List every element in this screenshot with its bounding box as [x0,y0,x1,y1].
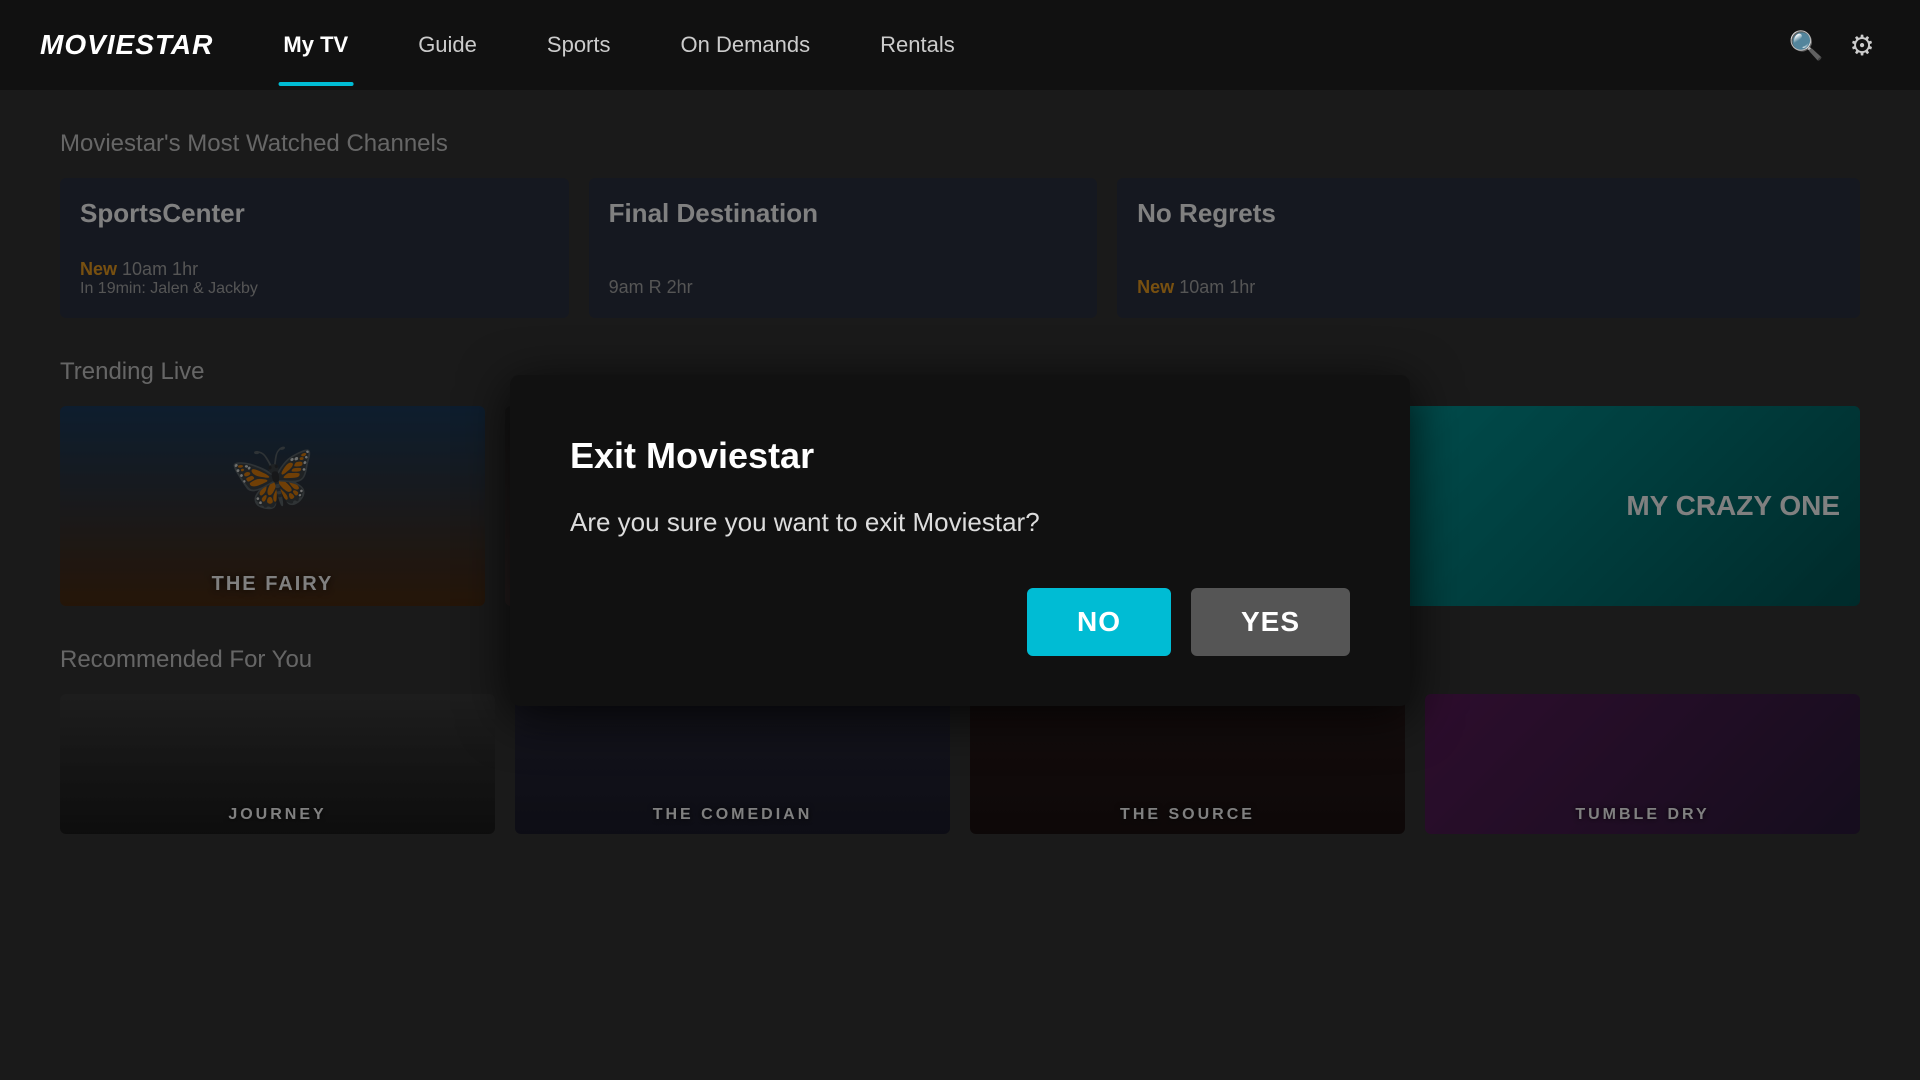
dialog-buttons: NO YES [570,588,1350,656]
yes-button[interactable]: YES [1191,588,1350,656]
dialog-overlay: Exit Moviestar Are you sure you want to … [0,0,1920,1080]
dialog-message: Are you sure you want to exit Moviestar? [570,507,1350,538]
exit-dialog: Exit Moviestar Are you sure you want to … [510,375,1410,706]
no-button[interactable]: NO [1027,588,1171,656]
dialog-title: Exit Moviestar [570,435,1350,477]
